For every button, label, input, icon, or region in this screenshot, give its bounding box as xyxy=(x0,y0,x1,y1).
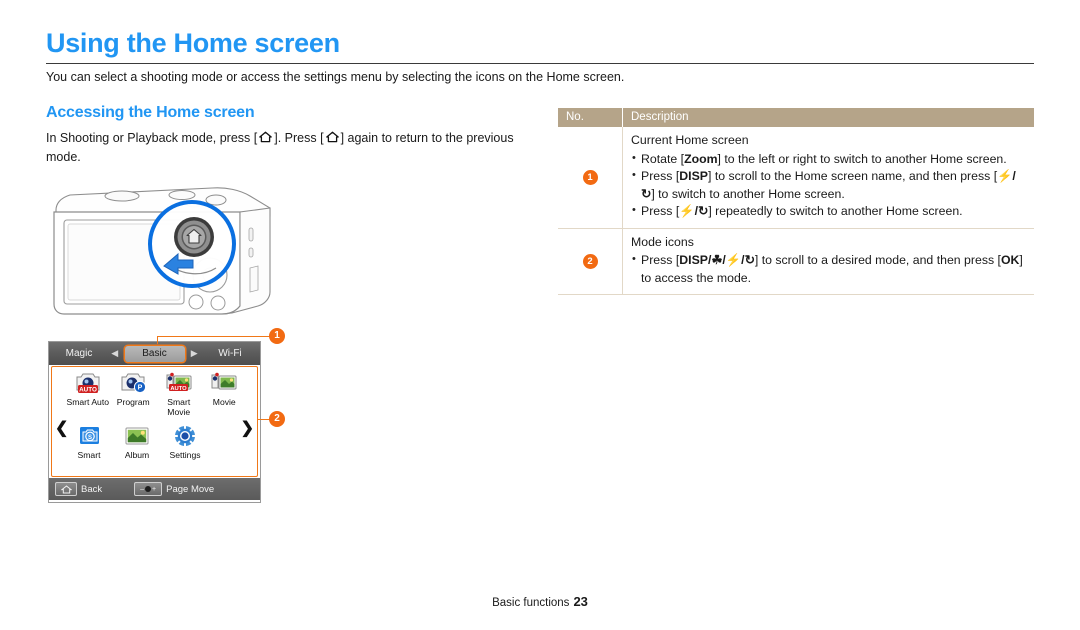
key-flash-timer-label-2: ⚡/↻ xyxy=(679,204,709,218)
key-disp-label: DISP xyxy=(679,169,708,183)
zoom-plus-label: + xyxy=(152,485,157,493)
mode-label: Movie xyxy=(212,397,236,407)
mode-item-album[interactable]: Album xyxy=(113,423,161,460)
tab-wifi[interactable]: Wi-Fi xyxy=(204,348,256,359)
table-row: 2 Mode icons Press [DISP/☘/⚡/↻] to scrol… xyxy=(558,228,1034,295)
mode-row-1: AUTO Smart Auto P Program AUTO Smart Mov… xyxy=(65,370,247,417)
callout-line-1-stem xyxy=(157,336,159,344)
settings-icon xyxy=(161,423,209,449)
key-combo-label: DISP/☘/⚡/↻ xyxy=(679,253,755,267)
table-body: 1 Current Home screen Rotate [Zoom] to t… xyxy=(558,127,1034,295)
callout-badge-2: 2 xyxy=(269,411,285,427)
mode-label: Program xyxy=(116,397,150,407)
page-title: Using the Home screen xyxy=(46,28,340,58)
mode-label: Smart Movie xyxy=(167,397,191,417)
table-row: 1 Current Home screen Rotate [Zoom] to t… xyxy=(558,127,1034,229)
album-icon xyxy=(113,423,161,449)
movie-icon xyxy=(202,370,248,396)
section-body-part1: In Shooting or Playback mode, press [ xyxy=(46,131,258,145)
bullet-pre: Press [ xyxy=(641,204,680,218)
key-ok-label: OK xyxy=(1000,253,1020,267)
row-bullet-list: Rotate [Zoom] to the left or right to sw… xyxy=(631,150,1026,221)
section-heading: Accessing the Home screen xyxy=(46,104,255,121)
title-divider xyxy=(46,63,1034,64)
smart-movie-icon: AUTO xyxy=(156,370,202,396)
mode-item-movie[interactable]: Movie xyxy=(202,370,248,417)
mode-row-2: S Smart Album Settings xyxy=(65,423,247,460)
svg-text:P: P xyxy=(138,385,143,392)
bullet-post: ] to switch to another Home screen. xyxy=(651,186,845,201)
mode-label: Album xyxy=(124,450,150,460)
mode-item-smart[interactable]: S Smart xyxy=(65,423,113,460)
tab-next-arrow-icon[interactable]: ▶ xyxy=(189,348,199,359)
page-move-label: Page Move xyxy=(166,483,215,495)
svg-text:S: S xyxy=(88,435,92,441)
page-footer: Basic functions 23 xyxy=(0,594,1080,609)
program-icon: P xyxy=(111,370,157,396)
smart-icon: S xyxy=(65,423,113,449)
callout-badge-1: 1 xyxy=(269,328,285,344)
bullet-post: ] to the left or right to switch to anot… xyxy=(717,151,1007,166)
home-key-icon-bottom xyxy=(55,482,77,496)
svg-text:AUTO: AUTO xyxy=(79,386,97,393)
table-header-row: No. Description xyxy=(558,108,1034,127)
mode-label: Smart xyxy=(77,450,101,460)
row-badge: 2 xyxy=(582,253,598,269)
row-description-cell: Current Home screen Rotate [Zoom] to the… xyxy=(622,127,1034,229)
bullet-pre: Press [ xyxy=(641,253,680,267)
tab-magic[interactable]: Magic xyxy=(53,348,105,359)
bullet-mid: ] to scroll to the Home screen name, and… xyxy=(707,169,998,183)
bullet-item: Press [DISP/☘/⚡/↻] to scroll to a desire… xyxy=(631,251,1026,287)
camera-illustration xyxy=(44,182,294,322)
mode-item-program[interactable]: P Program xyxy=(111,370,157,417)
section-body-text: In Shooting or Playback mode, press [ ]. … xyxy=(46,129,528,167)
back-label: Back xyxy=(81,483,103,495)
home-screen-bottom-bar: Back – + Page Move xyxy=(49,478,260,500)
home-screen-tabbar: Magic ◀ Basic ▶ Wi-Fi xyxy=(49,342,260,365)
row-title: Current Home screen xyxy=(631,133,749,147)
camera-home-screen-mockup: Magic ◀ Basic ▶ Wi-Fi ❮ ❯ AUTO Smart Aut… xyxy=(48,341,261,503)
mode-label: Settings xyxy=(169,450,201,460)
zoom-lever-icon: – + xyxy=(134,482,163,496)
back-control[interactable]: Back xyxy=(55,482,102,496)
home-key-icon xyxy=(258,131,273,143)
header-no: No. xyxy=(558,108,623,127)
bullet-item: Press [DISP] to scroll to the Home scree… xyxy=(631,167,1026,203)
header-description: Description xyxy=(622,108,1034,127)
bullet-item: Rotate [Zoom] to the left or right to sw… xyxy=(631,150,1026,169)
bullet-post: ] repeatedly to switch to another Home s… xyxy=(708,204,963,218)
bullet-item: Press [⚡/↻] repeatedly to switch to anot… xyxy=(631,202,1026,221)
footer-page-number: 23 xyxy=(573,594,588,609)
smart-auto-icon: AUTO xyxy=(65,370,111,396)
home-key-icon-2 xyxy=(325,131,340,143)
mode-item-smart-movie[interactable]: AUTO Smart Movie xyxy=(156,370,202,417)
key-zoom-label: Zoom xyxy=(684,151,718,166)
tab-basic-selected[interactable]: Basic xyxy=(124,345,185,362)
page-move-control[interactable]: – + Page Move xyxy=(134,482,214,496)
svg-text:AUTO: AUTO xyxy=(170,386,187,392)
bullet-pre: Rotate [ xyxy=(641,151,685,166)
footer-section-label: Basic functions xyxy=(492,597,570,609)
row-bullet-list: Press [DISP/☘/⚡/↻] to scroll to a desire… xyxy=(631,251,1026,287)
mode-icon-grid: ❮ ❯ AUTO Smart Auto P Program AUTO Smart… xyxy=(49,365,260,478)
row-description-cell: Mode icons Press [DISP/☘/⚡/↻] to scroll … xyxy=(622,228,1034,295)
table-header: No. Description xyxy=(558,108,1034,127)
row-number-cell: 2 xyxy=(558,228,623,295)
row-badge: 1 xyxy=(582,169,598,185)
mode-item-smart-auto[interactable]: AUTO Smart Auto xyxy=(65,370,111,417)
section-body-part2: ]. Press [ xyxy=(274,131,324,145)
zoom-minus-label: – xyxy=(140,485,145,493)
mode-item-settings[interactable]: Settings xyxy=(161,423,209,460)
row-number-cell: 1 xyxy=(558,127,623,229)
zoom-dot-icon xyxy=(145,486,152,492)
row-title: Mode icons xyxy=(631,234,694,249)
mode-label: Smart Auto xyxy=(66,397,109,407)
page-intro-text: You can select a shooting mode or access… xyxy=(46,70,625,84)
tab-prev-arrow-icon[interactable]: ◀ xyxy=(110,348,120,359)
bullet-mid: ] to scroll to a desired mode, and then … xyxy=(754,253,1001,267)
description-table: No. Description 1 Current Home screen Ro… xyxy=(558,108,1034,295)
callout-line-1 xyxy=(157,336,271,338)
bullet-pre: Press [ xyxy=(641,169,680,183)
